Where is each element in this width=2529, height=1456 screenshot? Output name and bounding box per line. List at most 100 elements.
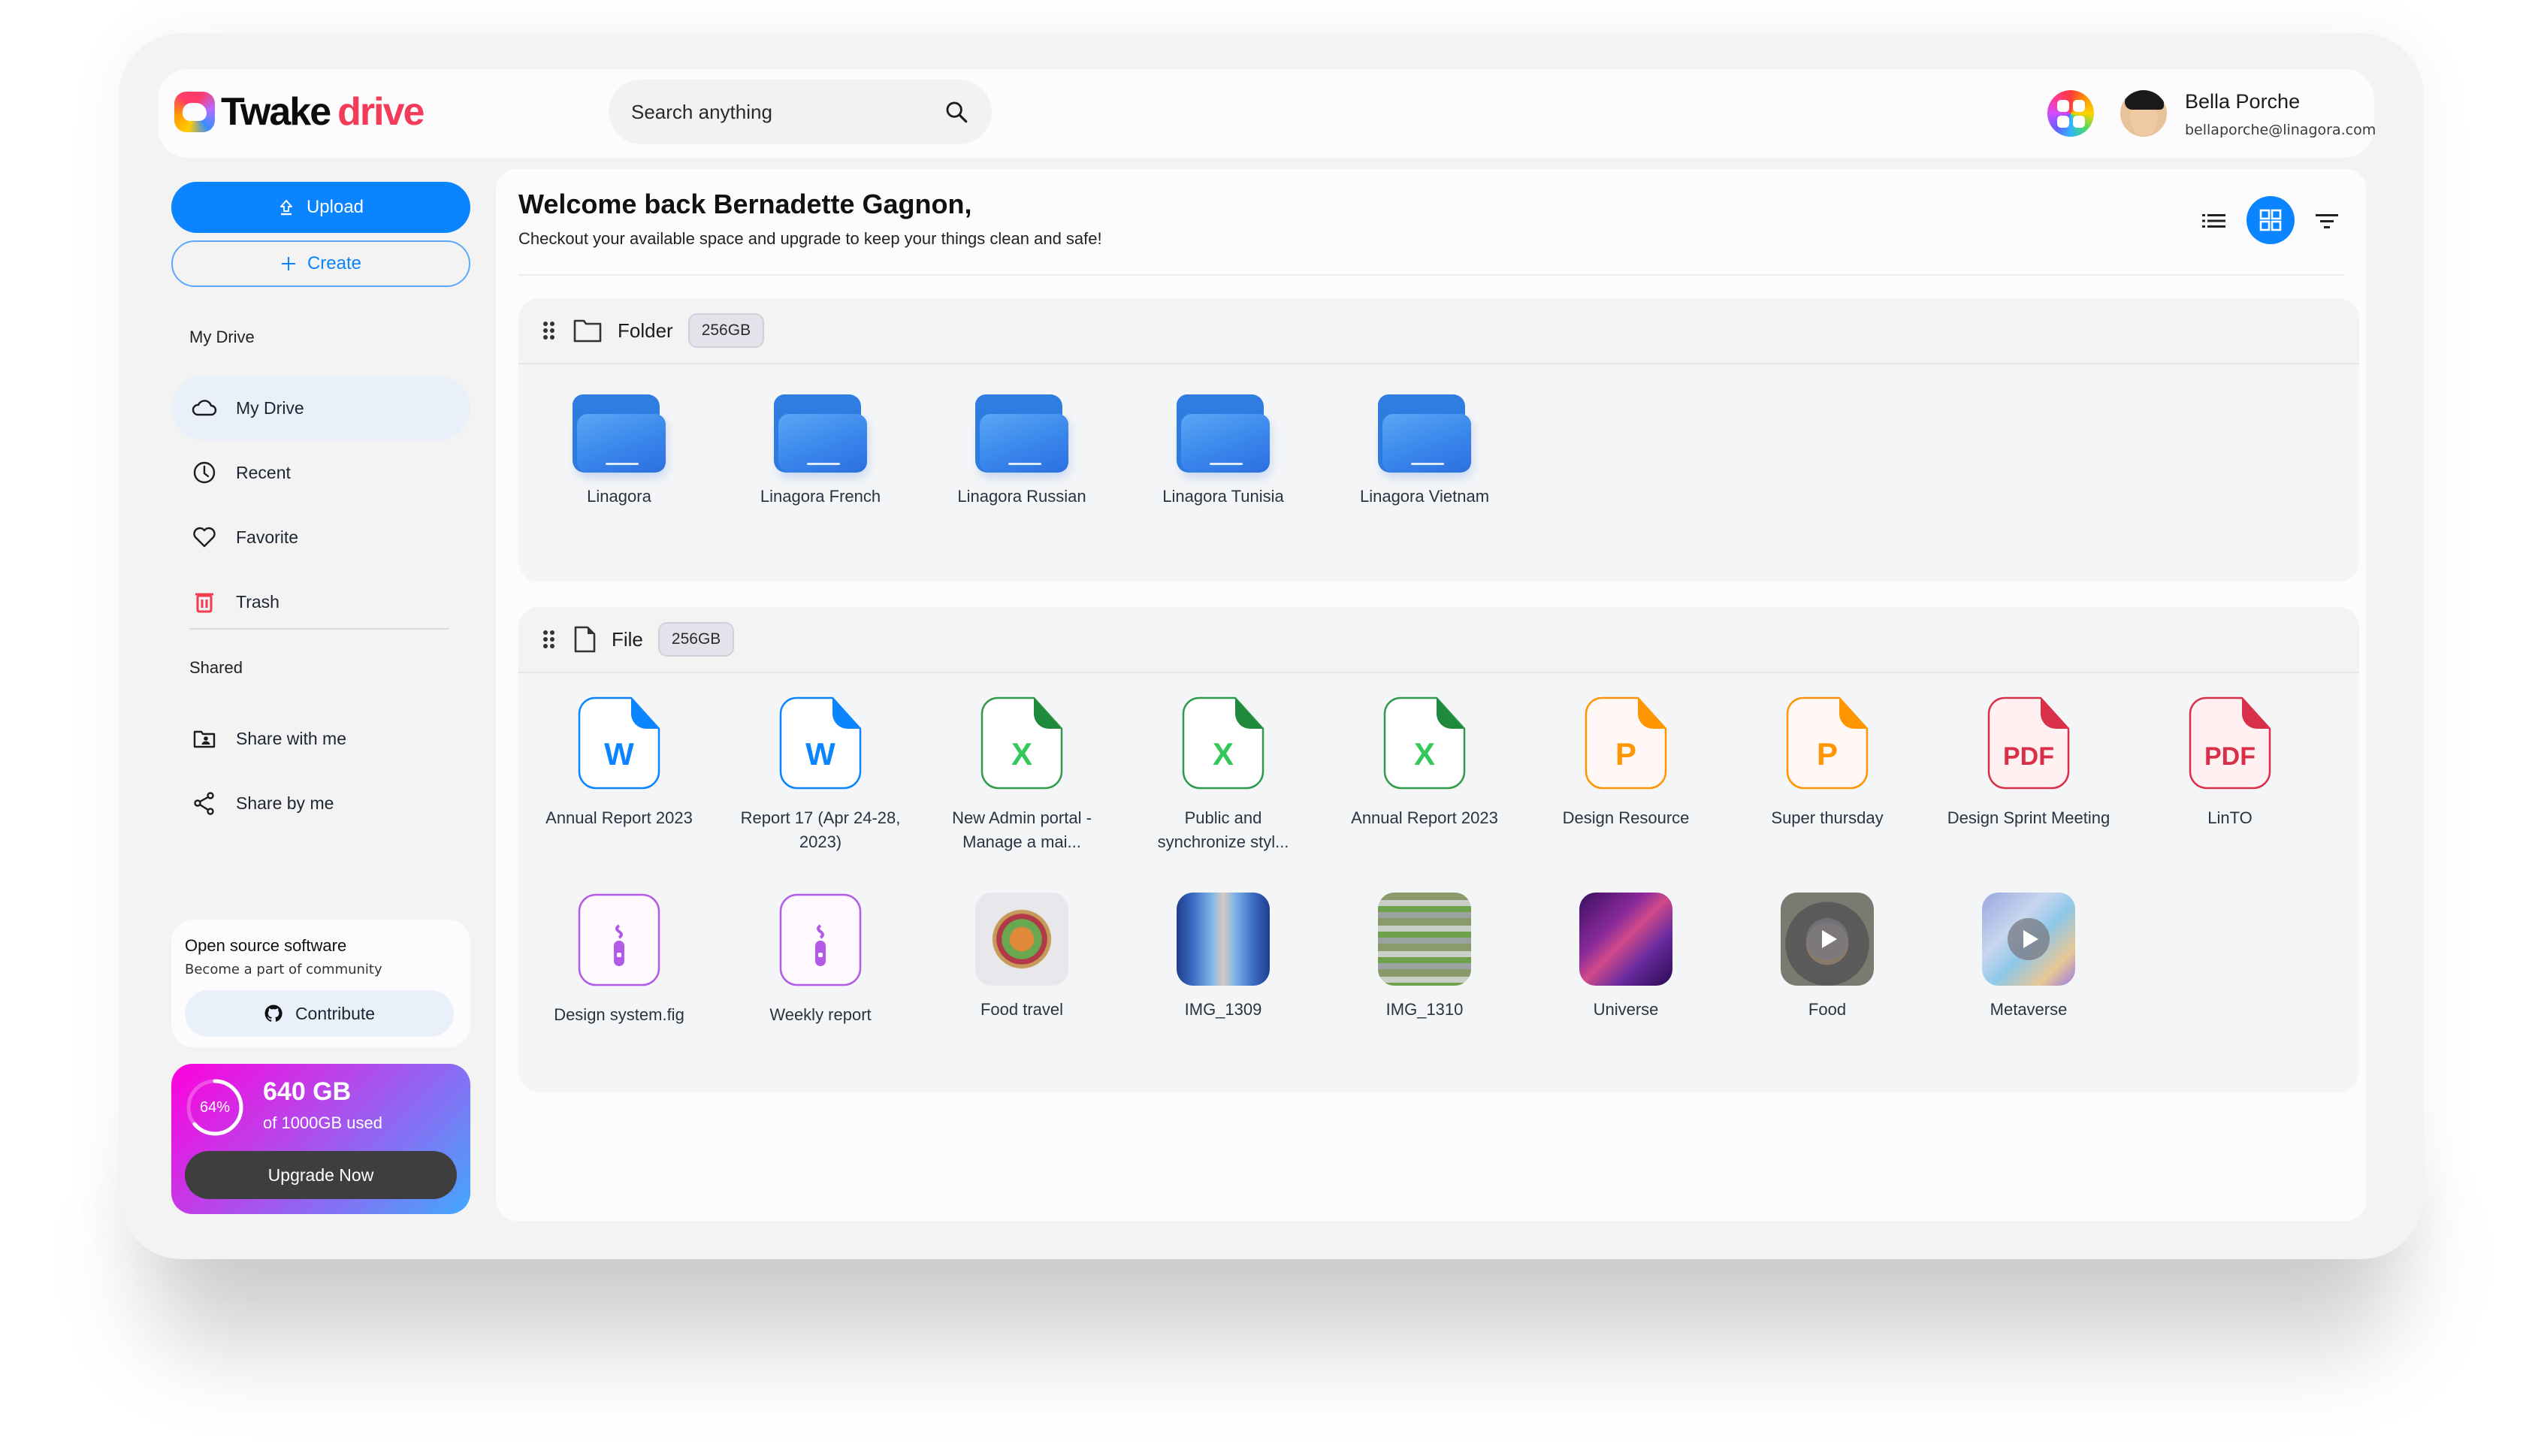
- page-subtitle: Checkout your available space and upgrad…: [518, 229, 1102, 248]
- upgrade-button[interactable]: Upgrade Now: [185, 1151, 457, 1199]
- folder-section-title: Folder: [618, 319, 673, 342]
- sidebar-item-favorite[interactable]: Favorite: [171, 505, 470, 569]
- contribute-button[interactable]: Contribute: [185, 990, 454, 1037]
- search-input[interactable]: [631, 100, 944, 124]
- file-item[interactable]: W Annual Report 2023: [536, 696, 702, 830]
- file-item[interactable]: X Annual Report 2023: [1342, 696, 1507, 830]
- file-name: Design system.fig: [554, 1005, 684, 1024]
- search-icon[interactable]: [944, 99, 969, 125]
- file-item[interactable]: Design system.fig: [536, 893, 702, 1027]
- file-item[interactable]: IMG_1310: [1342, 893, 1507, 1022]
- svg-text:PDF: PDF: [2003, 742, 2054, 771]
- file-name: Report 17 (Apr 24-28, 2023): [740, 808, 901, 851]
- folder-section-header: Folder 256GB: [518, 298, 2359, 364]
- file-item[interactable]: Universe: [1543, 893, 1709, 1022]
- heart-icon: [193, 527, 216, 548]
- file-item[interactable]: Food travel: [939, 893, 1104, 1022]
- word-file-icon: W: [536, 696, 702, 794]
- folder-name: Linagora Tunisia: [1162, 487, 1284, 506]
- file-item[interactable]: Weekly report: [738, 893, 903, 1027]
- list-view-icon: [2202, 214, 2225, 228]
- svg-text:X: X: [1213, 736, 1234, 772]
- sidebar-item-recent[interactable]: Recent: [171, 440, 470, 505]
- app-grid-icon[interactable]: [2047, 90, 2094, 137]
- file-item[interactable]: PDF LinTO: [2147, 696, 2313, 830]
- sidebar-divider: [189, 628, 449, 630]
- powerpoint-file-icon: P: [1543, 696, 1709, 794]
- folder-name: Linagora Russian: [957, 487, 1086, 506]
- sidebar-item-share-by-me[interactable]: Share by me: [171, 771, 470, 835]
- file-item[interactable]: Food: [1745, 893, 1910, 1022]
- excel-file-icon: X: [1342, 696, 1507, 794]
- excel-file-icon: X: [1141, 696, 1306, 794]
- folder-icon: [1177, 394, 1270, 473]
- sidebar-item-my-drive[interactable]: My Drive: [171, 376, 470, 440]
- file-name: IMG_1309: [1184, 1000, 1262, 1019]
- drag-handle-icon[interactable]: [541, 628, 557, 651]
- file-item[interactable]: X Public and synchronize styl...: [1141, 696, 1306, 854]
- shared-heading: Shared: [189, 658, 243, 677]
- storage-used: 640 GB: [263, 1077, 352, 1106]
- file-item[interactable]: P Super thursday: [1745, 696, 1910, 830]
- sidebar-item-label: Favorite: [236, 527, 299, 547]
- app-logo[interactable]: Twake drive: [174, 92, 425, 132]
- cloud-icon: [192, 400, 217, 416]
- oss-title: Open source software: [185, 936, 347, 955]
- trash-icon: [195, 593, 213, 613]
- folder-icon: [975, 394, 1068, 473]
- play-icon: [2008, 918, 2050, 960]
- folder-item[interactable]: Linagora French: [738, 394, 903, 509]
- file-name: Food: [1808, 1000, 1847, 1019]
- github-icon: [264, 1004, 283, 1022]
- file-name: Design Resource: [1562, 808, 1690, 827]
- file-section: File 256GB W Annual Report 2023 W Report 17…: [518, 607, 2359, 1092]
- file-name: Metaverse: [1990, 1000, 2068, 1019]
- svg-text:P: P: [1817, 736, 1838, 772]
- sidebar-item-trash[interactable]: Trash: [171, 569, 470, 634]
- drag-handle-icon[interactable]: [541, 319, 557, 342]
- image-thumbnail: [1579, 893, 1672, 986]
- oss-subtitle: Become a part of community: [185, 962, 382, 977]
- file-item[interactable]: Metaverse: [1946, 893, 2111, 1022]
- excel-file-icon: X: [939, 696, 1104, 794]
- svg-text:P: P: [1615, 736, 1636, 772]
- folder-item[interactable]: Linagora Russian: [939, 394, 1104, 509]
- file-outline-icon: [574, 626, 596, 653]
- filter-button[interactable]: [2308, 202, 2346, 240]
- file-item[interactable]: W Report 17 (Apr 24-28, 2023): [738, 696, 903, 854]
- plus-icon: [281, 257, 295, 270]
- word-file-icon: W: [738, 696, 903, 794]
- file-item[interactable]: IMG_1309: [1141, 893, 1306, 1022]
- grid-view-button[interactable]: [2246, 196, 2295, 244]
- file-item[interactable]: P Design Resource: [1543, 696, 1709, 830]
- logo-icon: [174, 92, 215, 132]
- file-name: Weekly report: [769, 1005, 872, 1024]
- contribute-label: Contribute: [295, 1003, 376, 1023]
- sidebar-item-share-with-me[interactable]: Share with me: [171, 706, 470, 771]
- file-name: Public and synchronize styl...: [1157, 808, 1289, 851]
- file-name: Design Sprint Meeting: [1947, 808, 2111, 827]
- file-size-badge: 256GB: [657, 622, 735, 657]
- folder-item[interactable]: Linagora Tunisia: [1141, 394, 1306, 509]
- search-bar[interactable]: [609, 80, 992, 144]
- list-view-button[interactable]: [2195, 202, 2233, 240]
- file-name: Super thursday: [1771, 808, 1884, 827]
- page-title: Welcome back Bernadette Gagnon,: [518, 189, 972, 219]
- powerpoint-file-icon: P: [1745, 696, 1910, 794]
- svg-text:W: W: [604, 736, 634, 772]
- folder-item[interactable]: Linagora: [536, 394, 702, 509]
- create-button[interactable]: Create: [171, 240, 470, 287]
- folder-item[interactable]: Linagora Vietnam: [1342, 394, 1507, 509]
- image-thumbnail: [975, 893, 1068, 986]
- user-name: Bella Porche: [2185, 90, 2301, 113]
- grid-view-icon: [2259, 209, 2282, 231]
- svg-text:PDF: PDF: [2204, 742, 2256, 771]
- video-thumbnail: [1781, 893, 1874, 986]
- folder-name: Linagora: [587, 487, 651, 506]
- upload-button[interactable]: Upload: [171, 182, 470, 233]
- file-item[interactable]: PDF Design Sprint Meeting: [1946, 696, 2111, 830]
- avatar[interactable]: [2120, 90, 2167, 137]
- sidebar-item-label: Trash: [236, 591, 279, 612]
- file-name: New Admin portal - Manage a mai...: [952, 808, 1092, 851]
- file-item[interactable]: X New Admin portal - Manage a mai...: [939, 696, 1104, 854]
